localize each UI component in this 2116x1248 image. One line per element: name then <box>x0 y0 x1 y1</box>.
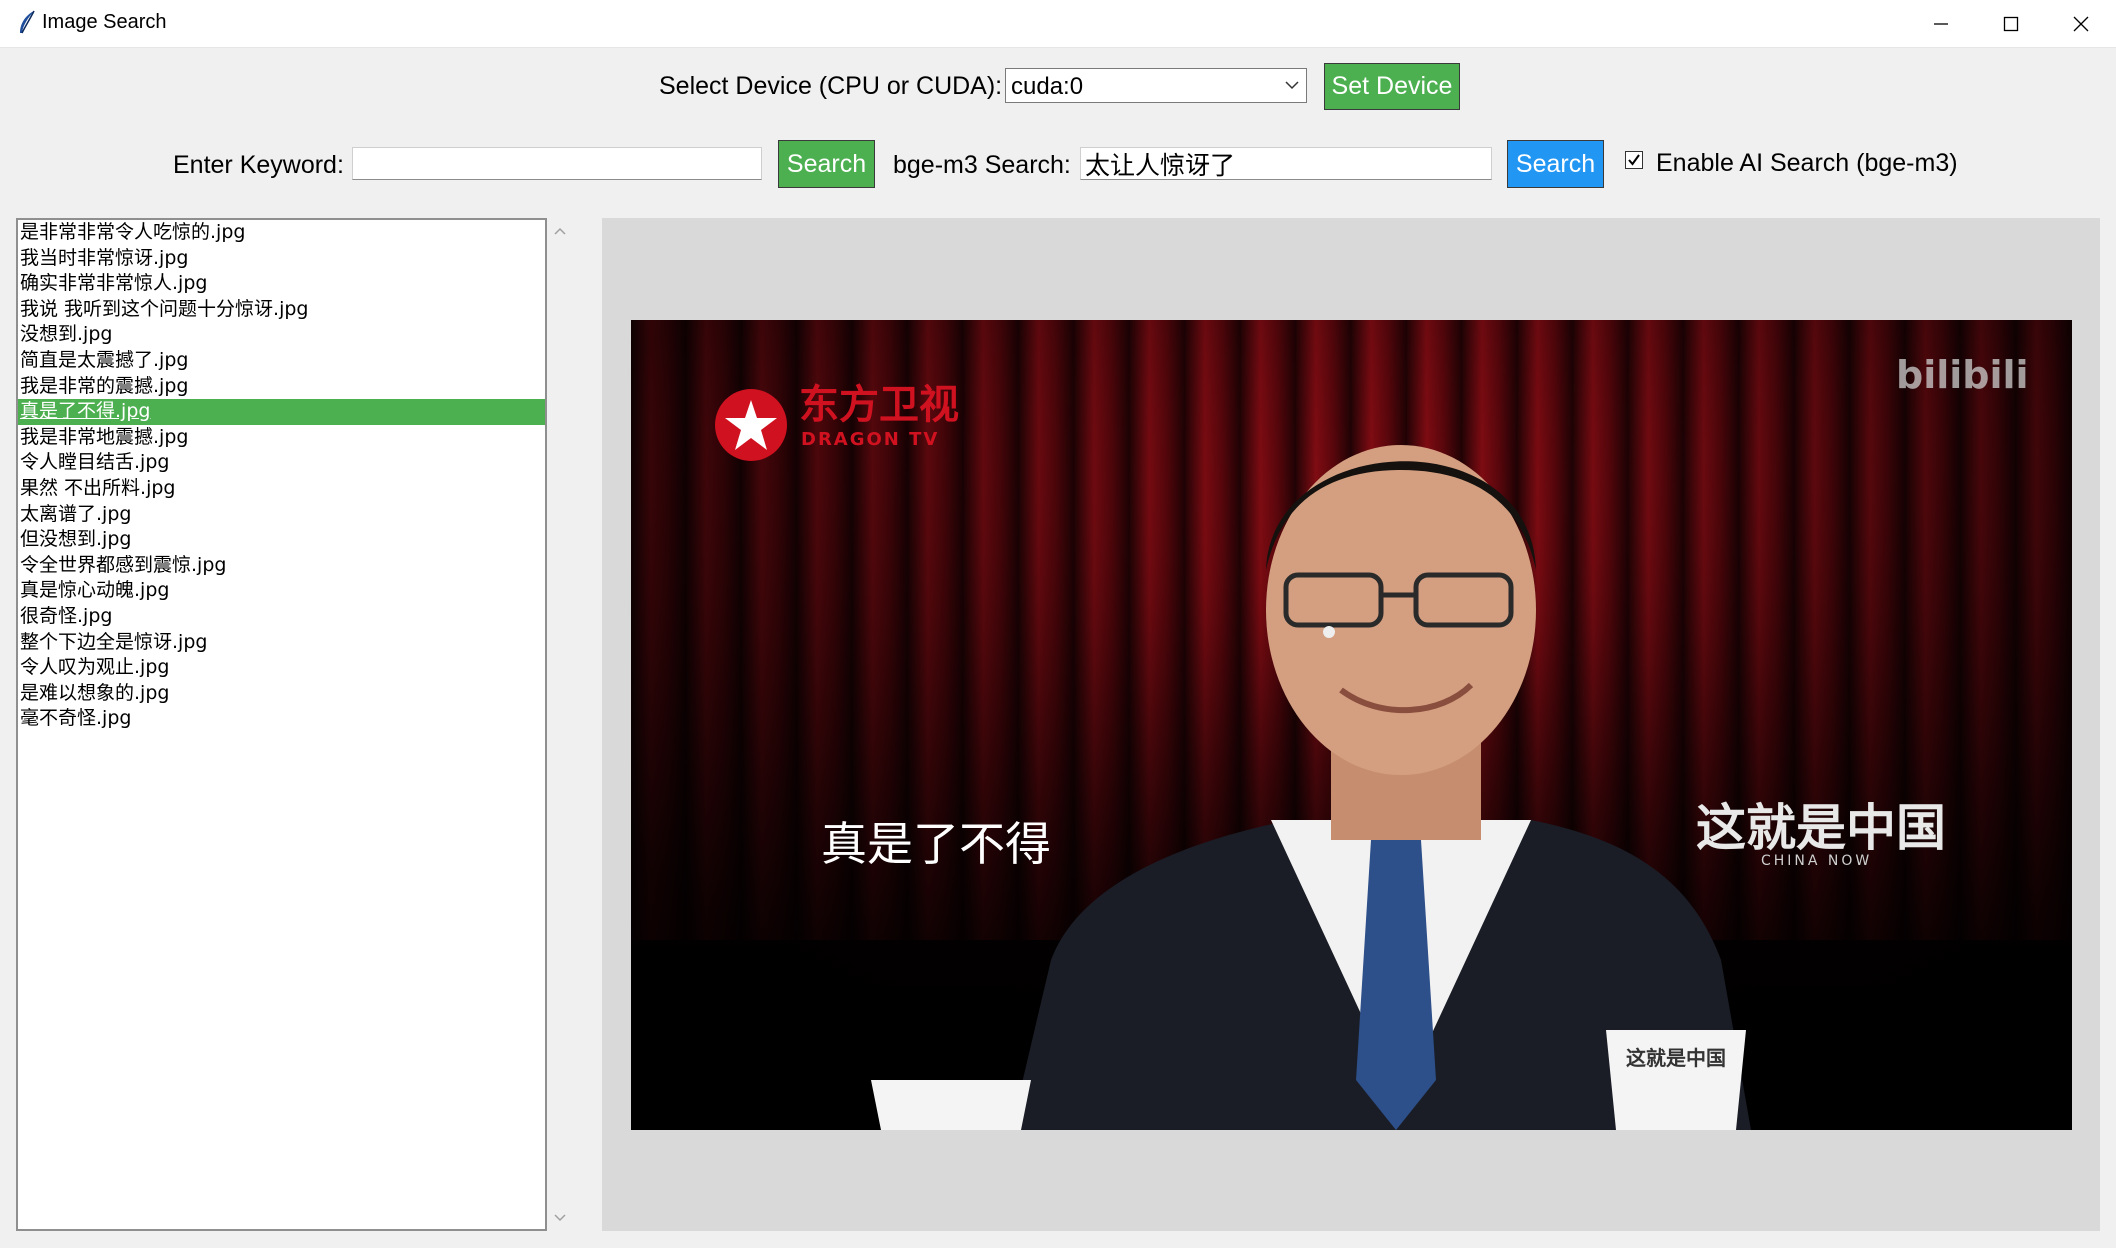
list-item-selected[interactable]: 真是了不得.jpg <box>18 399 545 425</box>
channel-logo-en: DRAGON TV <box>801 429 939 450</box>
mug-text: 这就是中国 <box>1626 1046 1726 1070</box>
maximize-button[interactable] <box>1976 0 2046 47</box>
show-title: 这就是中国 <box>1696 799 1946 857</box>
list-item[interactable]: 太离谱了.jpg <box>18 502 545 528</box>
ai-search-button[interactable]: Search <box>1507 140 1604 188</box>
list-item[interactable]: 我是非常的震撼.jpg <box>18 374 545 400</box>
checkmark-icon <box>1628 154 1640 166</box>
device-select-value: cuda:0 <box>1011 73 1084 100</box>
list-item[interactable]: 令人叹为观止.jpg <box>18 655 545 681</box>
set-device-button[interactable]: Set Device <box>1324 63 1460 110</box>
chevron-up-icon[interactable] <box>553 226 567 236</box>
window-title: Image Search <box>42 11 167 33</box>
list-item[interactable]: 确实非常非常惊人.jpg <box>18 271 545 297</box>
keyword-input[interactable] <box>352 147 762 180</box>
chevron-down-icon <box>1285 81 1299 90</box>
bilibili-watermark: bilibili <box>1896 353 2029 397</box>
ai-search-checkbox-label: Enable AI Search (bge-m3) <box>1656 149 1958 177</box>
list-item[interactable]: 简直是太震撼了.jpg <box>18 348 545 374</box>
ai-search-input[interactable] <box>1080 147 1492 180</box>
show-title-en: CHINA NOW <box>1761 853 1872 869</box>
list-item[interactable]: 没想到.jpg <box>18 322 545 348</box>
keyword-label: Enter Keyword: <box>173 151 344 179</box>
list-item[interactable]: 果然 不出所料.jpg <box>18 476 545 502</box>
list-item[interactable]: 是非常非常令人吃惊的.jpg <box>18 220 545 246</box>
chevron-down-icon[interactable] <box>553 1213 567 1223</box>
list-item[interactable]: 但没想到.jpg <box>18 527 545 553</box>
channel-logo: 东方卫视 <box>799 382 959 428</box>
subtitle-text: 真是了不得 <box>821 817 1051 871</box>
minimize-button[interactable] <box>1906 0 1976 47</box>
list-item[interactable]: 毫不奇怪.jpg <box>18 706 545 732</box>
ai-search-label: bge-m3 Search: <box>893 151 1071 179</box>
list-item[interactable]: 令人瞠目结舌.jpg <box>18 450 545 476</box>
file-list[interactable]: 是非常非常令人吃惊的.jpg 我当时非常惊讶.jpg 确实非常非常惊人.jpg … <box>16 218 547 1231</box>
list-item[interactable]: 整个下边全是惊讶.jpg <box>18 630 545 656</box>
preview-photo: 东方卫视 DRAGON TV bilibili 这就是中国 CHINA NOW … <box>631 320 2072 1130</box>
minimize-icon <box>1934 22 1948 25</box>
feather-icon <box>20 10 35 34</box>
title-bar: Image Search <box>0 0 2116 48</box>
preview-image: 东方卫视 DRAGON TV bilibili 这就是中国 CHINA NOW … <box>631 320 2072 1130</box>
list-item[interactable]: 我是非常地震撼.jpg <box>18 425 545 451</box>
file-list-scrollbar[interactable] <box>549 218 571 1231</box>
ai-search-checkbox[interactable] <box>1625 151 1643 169</box>
device-label: Select Device (CPU or CUDA): <box>659 72 1003 100</box>
list-item[interactable]: 真是惊心动魄.jpg <box>18 578 545 604</box>
close-button[interactable] <box>2046 0 2116 47</box>
list-item[interactable]: 我说 我听到这个问题十分惊讶.jpg <box>18 297 545 323</box>
list-item[interactable]: 令全世界都感到震惊.jpg <box>18 553 545 579</box>
list-item[interactable]: 我当时非常惊讶.jpg <box>18 246 545 272</box>
list-item[interactable]: 是难以想象的.jpg <box>18 681 545 707</box>
close-icon <box>2073 16 2089 31</box>
device-select[interactable]: cuda:0 <box>1005 68 1307 103</box>
list-item[interactable]: 很奇怪.jpg <box>18 604 545 630</box>
keyword-search-button[interactable]: Search <box>778 140 875 188</box>
maximize-icon <box>2003 16 2019 31</box>
